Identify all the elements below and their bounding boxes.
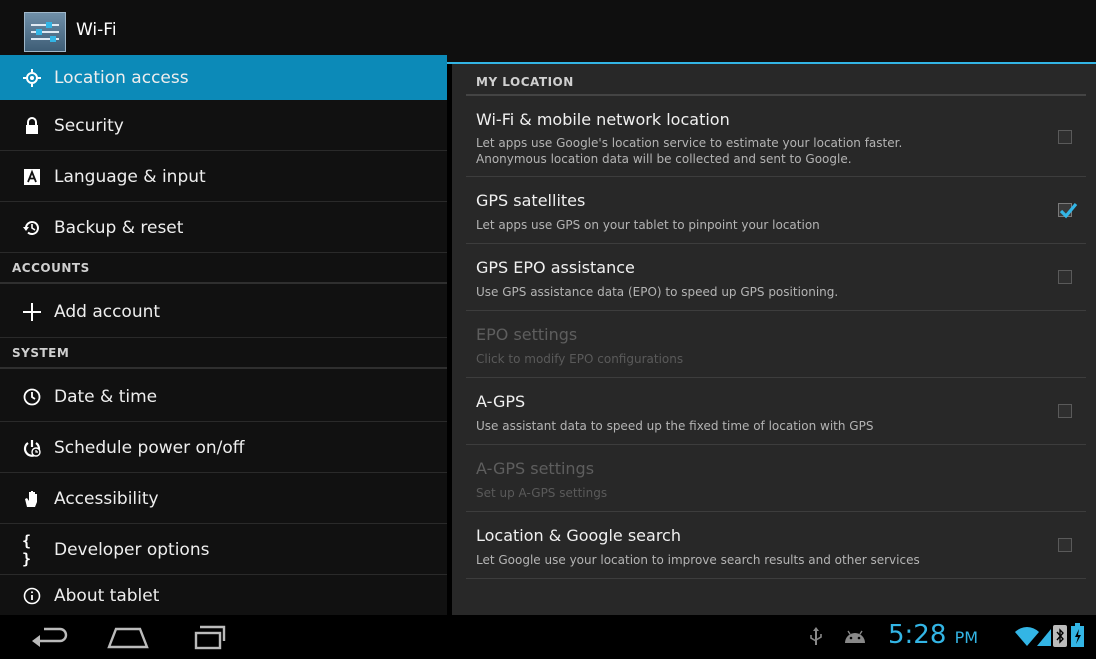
- sidebar-item-location-access[interactable]: Location access: [0, 55, 447, 100]
- sidebar-item-accessibility[interactable]: Accessibility: [0, 474, 447, 524]
- battery-charging-icon: [1071, 623, 1084, 647]
- android-debug-icon: [845, 630, 865, 643]
- usb-icon: [810, 627, 822, 645]
- pref-summary: Let Google use your location to improve …: [476, 553, 920, 567]
- pref-title: A-GPS: [476, 392, 526, 411]
- pref-epo-settings: EPO settings Click to modify EPO configu…: [466, 311, 1086, 378]
- section-header-label: MY LOCATION: [476, 75, 574, 89]
- pref-a-gps-settings: A-GPS settings Set up A-GPS settings: [466, 445, 1086, 512]
- action-bar: Wi-Fi: [0, 0, 1096, 63]
- sidebar-item-security[interactable]: Security: [0, 101, 447, 151]
- sidebar-item-label: Backup & reset: [54, 217, 184, 238]
- checkmark-icon: [1059, 202, 1078, 219]
- sidebar-item-developer-options[interactable]: { } Developer options: [0, 525, 447, 575]
- wifi-location-checkbox[interactable]: [1058, 130, 1072, 144]
- hand-icon: [22, 489, 42, 509]
- power-schedule-icon: [22, 438, 42, 458]
- pref-summary: Let apps use Google's location service t…: [476, 136, 903, 150]
- pref-gps-epo-assistance[interactable]: GPS EPO assistance Use GPS assistance da…: [466, 244, 1086, 311]
- pref-title: Wi-Fi & mobile network location: [476, 110, 730, 129]
- system-header-label: SYSTEM: [12, 346, 70, 360]
- pref-summary: Let apps use GPS on your tablet to pinpo…: [476, 218, 820, 232]
- pref-title: A-GPS settings: [476, 459, 595, 478]
- recent-apps-icon[interactable]: [192, 623, 230, 651]
- pref-summary: Use GPS assistance data (EPO) to speed u…: [476, 285, 839, 299]
- clock-time: 5:28: [888, 620, 947, 650]
- status-clock: 5:28 PM: [888, 620, 978, 650]
- system-bar: 5:28 PM: [0, 615, 1096, 659]
- pref-location-google-search[interactable]: Location & Google search Let Google use …: [466, 512, 1086, 579]
- sidebar-item-label: Developer options: [54, 539, 210, 560]
- system-header: SYSTEM: [0, 339, 447, 369]
- sidebar-item-date-time[interactable]: Date & time: [0, 372, 447, 422]
- bluetooth-icon: [1053, 625, 1067, 647]
- sidebar-item-label: Add account: [54, 301, 161, 322]
- plus-icon: [22, 302, 42, 322]
- sidebar-item-language-input[interactable]: Language & input: [0, 152, 447, 202]
- braces-icon: { }: [22, 531, 32, 568]
- pref-summary: Anonymous location data will be collecte…: [476, 152, 852, 166]
- sidebar-item-label: Language & input: [54, 166, 206, 187]
- my-location-header: MY LOCATION: [466, 64, 1086, 96]
- info-icon: [22, 586, 42, 606]
- home-icon[interactable]: [106, 623, 150, 651]
- accounts-header-label: ACCOUNTS: [12, 261, 90, 275]
- clock-ampm: PM: [954, 628, 979, 647]
- clock-icon: [22, 387, 42, 407]
- lock-icon: [22, 116, 42, 136]
- accounts-header: ACCOUNTS: [0, 254, 447, 284]
- pref-title: Location & Google search: [476, 526, 681, 545]
- sidebar-item-schedule-power[interactable]: Schedule power on/off: [0, 423, 447, 473]
- keyboard-icon: [22, 167, 42, 187]
- gps-epo-checkbox[interactable]: [1058, 270, 1072, 284]
- pref-title: GPS satellites: [476, 191, 586, 210]
- sidebar-item-backup-reset[interactable]: Backup & reset: [0, 203, 447, 253]
- a-gps-checkbox[interactable]: [1058, 404, 1072, 418]
- settings-app-icon[interactable]: [24, 12, 66, 52]
- pref-title: GPS EPO assistance: [476, 258, 635, 277]
- pref-wifi-mobile-location[interactable]: Wi-Fi & mobile network location Let apps…: [466, 99, 1086, 177]
- sidebar-item-label: About tablet: [54, 585, 160, 606]
- sidebar-item-label: Schedule power on/off: [54, 437, 245, 458]
- gps-satellites-checkbox[interactable]: [1058, 202, 1078, 219]
- page-title: Wi-Fi: [76, 20, 117, 40]
- sidebar-item-add-account[interactable]: Add account: [0, 286, 447, 338]
- sidebar-item-label: Accessibility: [54, 488, 159, 509]
- location-settings-pane: MY LOCATION Wi-Fi & mobile network locat…: [452, 64, 1096, 615]
- location-icon: [22, 68, 42, 88]
- pref-summary: Set up A-GPS settings: [476, 486, 608, 500]
- google-search-location-checkbox[interactable]: [1058, 538, 1072, 552]
- sidebar-item-about-tablet[interactable]: About tablet: [0, 576, 447, 615]
- pref-a-gps[interactable]: A-GPS Use assistant data to speed up the…: [466, 378, 1086, 445]
- settings-sidebar: Location access Security Language & inpu…: [0, 55, 447, 615]
- sidebar-item-label: Date & time: [54, 386, 158, 407]
- back-icon[interactable]: [30, 623, 70, 651]
- sidebar-item-label: Security: [54, 115, 124, 136]
- cell-signal-icon: [1037, 629, 1051, 646]
- pref-summary: Click to modify EPO configurations: [476, 352, 684, 366]
- pref-gps-satellites[interactable]: GPS satellites Let apps use GPS on your …: [466, 177, 1086, 244]
- pref-summary: Use assistant data to speed up the fixed…: [476, 419, 874, 433]
- backup-icon: [22, 218, 42, 238]
- pref-title: EPO settings: [476, 325, 578, 344]
- sidebar-item-label: Location access: [54, 67, 189, 88]
